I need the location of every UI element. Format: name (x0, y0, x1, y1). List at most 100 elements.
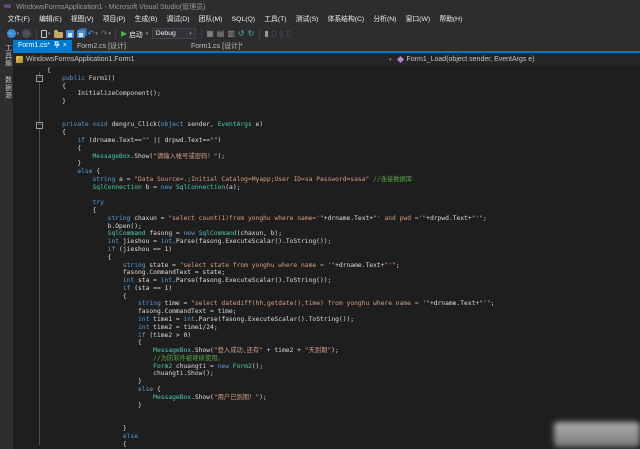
visual-studio-logo-icon: ∞ (4, 0, 12, 12)
code-line: int time2 = time1/24; (138, 323, 218, 331)
code-line: string time = "select datediff(hh,getdat… (138, 300, 495, 308)
code-line: { (47, 129, 66, 137)
member-dropdown-group: ▾ Form1_Load(object sender, EventArgs e) (388, 55, 535, 64)
menu-item[interactable]: 体系结构(C) (323, 13, 369, 27)
extra-tool-button[interactable]: ▯ (278, 27, 285, 40)
tab-label: Form2.cs [设计] (77, 42, 127, 50)
start-button-label: 启动 (129, 31, 143, 39)
code-line: else { (77, 168, 101, 176)
menu-item[interactable]: 视图(V) (66, 13, 98, 27)
extra-tool-button[interactable]: ▯ (285, 27, 292, 40)
code-editor[interactable]: − − { public Form1() { InitializeCompone… (13, 66, 640, 449)
code-line: //为防软件被继续使用。 (153, 354, 224, 362)
find-in-files-button[interactable]: ▦ (205, 27, 216, 40)
save-all-icon (76, 29, 85, 38)
save-icon (65, 29, 74, 38)
code-line: string chaxun = "select count(1)from yon… (107, 214, 487, 222)
document-tab[interactable]: Form2.cs [设计] (72, 40, 131, 51)
toolbar-separator (115, 29, 117, 38)
menu-item[interactable]: 工具(T) (260, 13, 291, 27)
code-line: { (47, 339, 142, 347)
menu-item[interactable]: 帮助(H) (435, 13, 467, 27)
nav-forward-button[interactable]: → (21, 27, 33, 40)
menu-item[interactable]: 文件(F) (3, 13, 34, 27)
chevron-down-icon[interactable]: ▾ (389, 57, 392, 63)
chevron-down-icon: ▾ (189, 30, 192, 37)
open-folder-icon (53, 29, 63, 38)
extra-tool-button[interactable]: ▮ (263, 27, 270, 40)
properties-button[interactable]: ▥ (226, 27, 237, 40)
menu-bar: 文件(F) 编辑(E) 视图(V) 项目(P) 生成(B) 调试(D) 团队(M) SQL(Q… (0, 13, 640, 27)
grid-icon: ▦ (206, 29, 214, 38)
code-line: if (jieshou == 1) (107, 245, 173, 253)
code-lines: { public Form1() { InitializeComponent()… (47, 67, 494, 448)
code-line: fasong.CommandText = state; (47, 269, 226, 277)
menu-item[interactable]: 项目(P) (98, 13, 130, 27)
redo-button[interactable]: ↷ ▾ (99, 27, 112, 40)
menu-item[interactable]: 分析(N) (369, 13, 401, 27)
code-line: MessageBox.Show("请输入帐号或密码！"); (92, 152, 226, 160)
undo-button[interactable]: ↶ ▾ (86, 27, 99, 40)
start-debug-button[interactable]: ▶ 启动 ▾ (119, 27, 149, 40)
undo-icon: ↶ (87, 29, 95, 38)
code-line: { (47, 82, 66, 90)
code-line: SqlCommand fasong = new SqlCommand(chaxu… (107, 230, 283, 238)
document-tab[interactable]: Form1.cs [设计]* (186, 40, 248, 51)
code-line: { (47, 253, 112, 261)
code-line: { (47, 67, 51, 74)
code-line: int time1 = int.Parse(fasong.ExecuteScal… (138, 316, 355, 323)
code-line: { (47, 144, 82, 152)
tab-label: Form1.cs* (18, 42, 50, 49)
menu-item[interactable]: 团队(M) (194, 13, 227, 27)
code-line: { (47, 440, 127, 448)
member-dropdown[interactable]: Form1_Load(object sender, EventArgs e) (407, 56, 535, 63)
collapse-box[interactable]: − (36, 75, 43, 82)
extra-tool-button[interactable]: ▯ (270, 27, 277, 40)
sync-button[interactable]: ↻ (246, 27, 256, 40)
side-tab[interactable]: 工具箱 (2, 44, 12, 67)
rotate-ccw-icon: ↺ (237, 29, 245, 38)
code-line: if (sta == 1) (122, 284, 173, 292)
play-icon: ▶ (120, 29, 128, 38)
side-tab-strip: 工具箱 数据源 (0, 40, 13, 449)
code-line: chuangti.Show(); (47, 370, 214, 378)
code-line: b.Open(); (47, 222, 142, 230)
pin-icon[interactable] (53, 41, 60, 50)
solution-explorer-button[interactable]: ▤ (215, 27, 226, 40)
close-icon[interactable]: × (63, 42, 67, 49)
panel-icon: ▤ (216, 29, 225, 38)
side-tab[interactable]: 数据源 (2, 76, 12, 99)
bar-icon: ▮ (264, 29, 269, 38)
forward-arrow-icon: → (22, 29, 32, 38)
bar-icon: ▯ (271, 29, 277, 38)
menu-item[interactable]: 生成(B) (130, 13, 162, 27)
code-line: } (47, 401, 142, 409)
class-icon (16, 56, 23, 63)
bar-icon: ▯ (286, 29, 291, 38)
menu-item[interactable]: 编辑(E) (34, 13, 66, 27)
title-bar: ∞ WindowsFormsApplication1 - Microsoft V… (0, 0, 640, 13)
redo-icon: ↷ (100, 29, 108, 38)
code-line: private void dengru_Click(object sender,… (62, 121, 264, 129)
refresh-button[interactable]: ↺ (236, 27, 246, 40)
code-line: InitializeComponent(); (47, 90, 161, 98)
code-line: { (47, 292, 127, 300)
toolbar-separator (258, 29, 260, 38)
save-all-button[interactable] (75, 27, 86, 40)
new-file-button[interactable]: ▾ (40, 27, 53, 40)
nav-back-button[interactable]: ← ▾ (5, 27, 21, 40)
code-line: if (drname.Text=="" || drpwd.Text=="") (77, 137, 222, 145)
menu-item[interactable]: 测试(S) (291, 13, 323, 27)
save-button[interactable] (64, 27, 75, 40)
menu-item[interactable]: 调试(D) (162, 13, 194, 27)
solution-config-dropdown[interactable]: Debug ▾ (151, 28, 196, 39)
menu-item[interactable]: SQL(Q) (227, 13, 260, 27)
type-dropdown[interactable]: WindowsFormsApplication1.Form1 (26, 56, 135, 63)
open-file-button[interactable] (52, 27, 64, 40)
menu-item[interactable]: 窗口(W) (401, 13, 435, 27)
collapse-box[interactable]: − (36, 122, 43, 129)
document-tab[interactable]: Form1.cs* × (13, 40, 72, 51)
toolbar-separator (35, 29, 37, 38)
